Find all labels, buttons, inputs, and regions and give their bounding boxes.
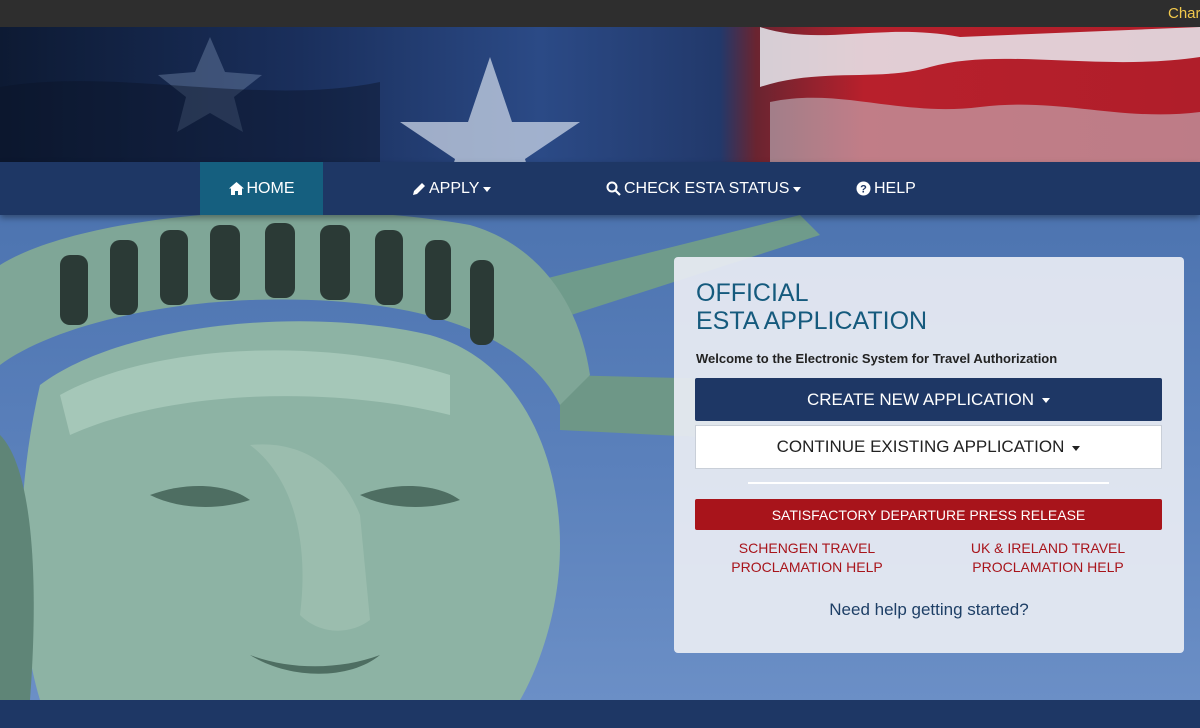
uk-link-line1: UK & IRELAND TRAVEL bbox=[970, 540, 1126, 556]
create-new-application-label: CREATE NEW APPLICATION bbox=[806, 389, 1035, 409]
press-release-label: SATISFACTORY DEPARTURE PRESS RELEASE bbox=[771, 506, 1086, 523]
uk-link-line2: PROCLAMATION HELP bbox=[972, 559, 1124, 575]
search-icon bbox=[606, 181, 621, 196]
continue-existing-application-button[interactable]: CONTINUE EXISTING APPLICATION bbox=[695, 425, 1162, 469]
esta-application-panel: OFFICIAL ESTA APPLICATION Welcome to the… bbox=[674, 257, 1184, 653]
nav-apply-label: APPLY bbox=[429, 179, 480, 197]
home-icon bbox=[228, 182, 244, 195]
main-navigation: HOME APPLY CHECK ESTA STATUS ? HELP bbox=[0, 162, 1200, 215]
schengen-travel-proclamation-help-link[interactable]: SCHENGEN TRAVEL PROCLAMATION HELP bbox=[692, 539, 922, 577]
chevron-down-icon bbox=[1042, 398, 1051, 403]
title-line-official: OFFICIAL bbox=[696, 279, 809, 307]
title-line-esta-application: ESTA APPLICATION bbox=[696, 307, 928, 335]
page-title: OFFICIAL ESTA APPLICATION bbox=[696, 279, 927, 335]
schengen-link-line2: PROCLAMATION HELP bbox=[731, 559, 883, 575]
create-new-application-button[interactable]: CREATE NEW APPLICATION bbox=[695, 378, 1162, 421]
divider bbox=[748, 482, 1109, 484]
nav-home[interactable]: HOME bbox=[200, 162, 323, 215]
browser-top-right-text: Char bbox=[1168, 5, 1200, 22]
flag-illustration bbox=[0, 27, 1200, 162]
welcome-text: Welcome to the Electronic System for Tra… bbox=[696, 351, 1058, 366]
nav-check-status-label: CHECK ESTA STATUS bbox=[624, 179, 790, 197]
schengen-link-line1: SCHENGEN TRAVEL bbox=[738, 540, 876, 556]
nav-check-esta-status[interactable]: CHECK ESTA STATUS bbox=[606, 162, 802, 215]
chevron-down-icon bbox=[793, 187, 802, 192]
chevron-down-icon bbox=[483, 187, 492, 192]
svg-text:?: ? bbox=[860, 184, 867, 196]
chevron-down-icon bbox=[1072, 445, 1081, 451]
nav-help[interactable]: ? HELP bbox=[856, 162, 916, 215]
uk-ireland-travel-proclamation-help-link[interactable]: UK & IRELAND TRAVEL PROCLAMATION HELP bbox=[933, 539, 1163, 577]
browser-top-bar: Char bbox=[0, 0, 1200, 27]
nav-help-label: HELP bbox=[874, 179, 916, 197]
nav-apply[interactable]: APPLY bbox=[412, 162, 492, 215]
nav-home-label: HOME bbox=[246, 179, 295, 197]
flag-banner-image bbox=[0, 27, 1200, 162]
need-help-getting-started-link[interactable]: Need help getting started? bbox=[674, 600, 1184, 620]
footer-bar bbox=[0, 700, 1200, 728]
satisfactory-departure-press-release-button[interactable]: SATISFACTORY DEPARTURE PRESS RELEASE bbox=[695, 499, 1162, 530]
continue-existing-application-label: CONTINUE EXISTING APPLICATION bbox=[776, 437, 1065, 456]
question-circle-icon: ? bbox=[856, 181, 871, 196]
pencil-icon bbox=[413, 182, 425, 195]
